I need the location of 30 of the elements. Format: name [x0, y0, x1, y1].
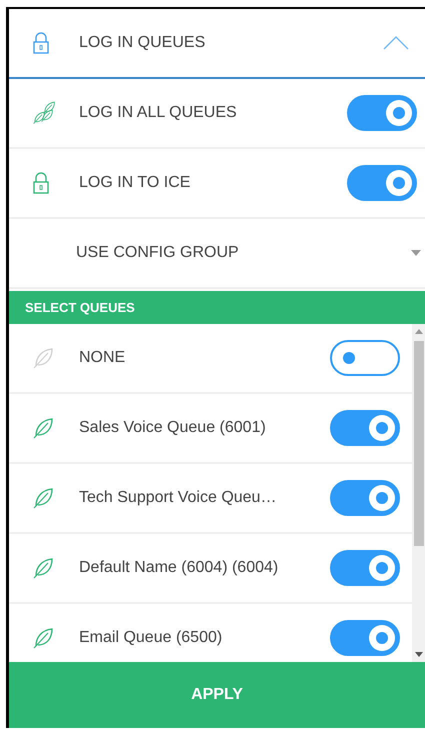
queue-name: Email Queue (6500)	[79, 629, 224, 647]
toggle-switch[interactable]	[330, 620, 400, 656]
scrollbar[interactable]	[412, 324, 425, 662]
queue-name: Default Name (6004) (6004)	[79, 559, 280, 577]
scroll-up-icon[interactable]	[414, 329, 422, 334]
scroll-down-icon[interactable]	[414, 652, 422, 657]
lock-icon	[33, 32, 49, 54]
option-label: LOG IN ALL QUEUES	[79, 104, 238, 122]
toggle-switch[interactable]	[330, 340, 400, 376]
queue-name: NONE	[79, 349, 126, 367]
leaf-icon	[33, 627, 55, 649]
dropdown-label[interactable]: USE CONFIG GROUP	[76, 244, 411, 262]
caret-down-icon[interactable]	[411, 250, 421, 256]
toggle-switch[interactable]	[330, 480, 400, 516]
leaf-icon	[33, 417, 55, 439]
leaf-icon	[33, 347, 55, 369]
toggle-switch[interactable]	[330, 550, 400, 586]
lock-icon	[33, 172, 49, 194]
section-title: LOG IN QUEUES	[79, 34, 206, 52]
toggle-switch[interactable]	[330, 410, 400, 446]
leaves-icon	[33, 101, 57, 125]
section-header: SELECT QUEUES	[9, 291, 425, 324]
toggle-switch[interactable]	[347, 165, 417, 201]
chevron-up-icon[interactable]	[383, 36, 409, 50]
queue-name: Sales Voice Queue (6001)	[79, 419, 267, 437]
queue-name: Tech Support Voice Queu…	[79, 489, 278, 507]
option-label: LOG IN TO ICE	[79, 174, 192, 192]
leaf-icon	[33, 487, 55, 509]
toggle-switch[interactable]	[347, 95, 417, 131]
leaf-icon	[33, 557, 55, 579]
